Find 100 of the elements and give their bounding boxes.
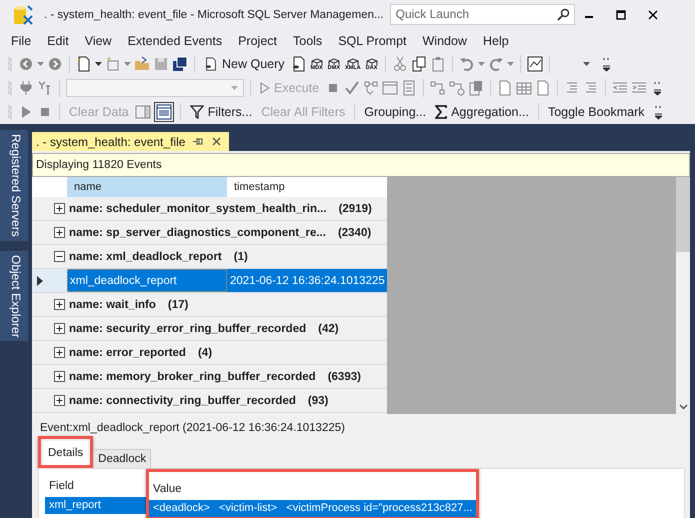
menu-item[interactable]: Edit	[39, 34, 77, 48]
document-tab-title: . - system_health: event_file	[36, 134, 186, 148]
menu-item[interactable]: Help	[474, 34, 517, 48]
quick-launch-field[interactable]: Quick Launch	[390, 4, 575, 24]
expand-icon[interactable]	[54, 395, 65, 406]
columns-icon[interactable]	[134, 104, 151, 120]
window-icon[interactable]	[382, 80, 398, 96]
toolbar-overflow-icon[interactable]	[654, 80, 662, 96]
group-count: (2919)	[338, 202, 372, 214]
diagram-icon[interactable]	[430, 80, 446, 96]
open-folder-icon[interactable]	[134, 56, 150, 72]
expand-icon[interactable]	[54, 323, 65, 334]
column-header[interactable]: name	[67, 177, 227, 197]
expand-icon[interactable]	[54, 347, 65, 358]
aggregation-button[interactable]: Aggregation...	[432, 105, 532, 119]
tab[interactable]: Details	[43, 441, 88, 465]
table-cell[interactable]: <deadlock> <victim-list> <victimProcess id="process213c827...	[149, 500, 476, 517]
details-pane-toggle[interactable]	[154, 102, 174, 122]
diagram-icon[interactable]	[449, 80, 466, 96]
menu-item[interactable]: SQL Prompt	[330, 34, 414, 48]
grouping-button[interactable]: Grouping...	[361, 105, 430, 119]
forward-icon[interactable]	[47, 56, 63, 72]
group-label: name: wait_info	[69, 298, 156, 310]
group-count: (6393)	[328, 370, 361, 382]
group-count: (42)	[318, 322, 339, 334]
side-tab[interactable]: Object Explorer	[0, 250, 28, 342]
menu-item[interactable]: Window	[414, 34, 475, 48]
expand-icon[interactable]	[54, 227, 65, 238]
save-all-icon[interactable]	[172, 56, 188, 72]
table-cell[interactable]: xml_report	[45, 497, 146, 514]
group-label: name: xml_deadlock_report	[69, 250, 222, 262]
scrollbar-thumb[interactable]	[676, 177, 690, 252]
toolbar-grip[interactable]	[8, 80, 12, 96]
database-query-icon[interactable]	[290, 56, 307, 72]
group-label: name: sp_server_diagnostics_component_re...	[69, 226, 326, 238]
toolbar-grip[interactable]	[8, 56, 12, 72]
document-icon[interactable]	[497, 80, 514, 96]
cube-icon	[346, 58, 359, 64]
window-title: . - system_health: event_file - Microsoft SQL Server Managemen...	[44, 9, 384, 21]
group-count: (93)	[308, 394, 328, 406]
plug-icon[interactable]	[18, 80, 34, 96]
close-icon[interactable]	[212, 137, 222, 146]
expand-icon[interactable]	[54, 371, 65, 382]
document-icon[interactable]	[535, 80, 552, 96]
toolbar-overflow-icon[interactable]	[602, 56, 610, 72]
group-row[interactable]: name: wait_info (17)	[32, 293, 387, 317]
event-row[interactable]: xml_deadlock_report 2021-06-12 16:36:24.1013225	[32, 269, 387, 293]
scrollbar[interactable]	[676, 177, 690, 414]
info-bar: Displaying 11820 Events	[32, 153, 690, 177]
redo-icon[interactable]	[488, 56, 504, 72]
toggle-bookmark-button[interactable]: Toggle Bookmark	[544, 105, 648, 119]
activity-monitor-icon[interactable]	[526, 56, 543, 72]
query-document-icon	[204, 56, 218, 72]
filters-button[interactable]: Filters...	[186, 105, 256, 119]
event-title: Event:xml_deadlock_report (2021-06-12 16:36:24.1013225)	[40, 421, 346, 436]
play-icon	[260, 82, 270, 94]
cube-icon	[310, 58, 323, 64]
app-logo-icon	[12, 4, 34, 26]
group-row[interactable]: name: memory_broker_ring_buffer_recorded (6393)	[32, 365, 387, 389]
column-header[interactable]: Value	[149, 478, 476, 500]
group-row[interactable]: name: security_error_ring_buffer_recorded (42)	[32, 317, 387, 341]
group-row[interactable]: name: sp_server_diagnostics_component_re... (2340)	[32, 221, 387, 245]
document-tab[interactable]: . - system_health: event_file	[32, 132, 230, 151]
pin-icon[interactable]	[193, 137, 204, 146]
cube-icon	[328, 58, 340, 64]
group-row[interactable]: name: error_reported (4)	[32, 341, 387, 365]
group-label: name: security_error_ring_buffer_recorded	[69, 322, 306, 334]
group-count: (2340)	[338, 226, 372, 238]
check-icon[interactable]	[344, 80, 360, 96]
menu-item[interactable]: Project	[230, 34, 285, 48]
group-row[interactable]: name: connectivity_ring_buffer_recorded (93)	[32, 389, 387, 413]
side-tab[interactable]: Registered Servers	[0, 130, 28, 241]
scroll-down-icon[interactable]	[678, 404, 688, 410]
close-icon[interactable]	[648, 10, 658, 20]
menu-item[interactable]: View	[76, 34, 120, 48]
copy-icon[interactable]	[410, 56, 427, 72]
back-icon[interactable]	[18, 56, 34, 72]
new-project-icon[interactable]	[76, 56, 92, 72]
expand-icon[interactable]	[54, 299, 65, 310]
collapse-icon[interactable]	[54, 251, 65, 262]
expand-icon[interactable]	[54, 203, 65, 214]
toolbar-grip[interactable]	[8, 104, 12, 120]
diagram-icon[interactable]	[363, 80, 380, 96]
group-row[interactable]: name: scheduler_monitor_system_health_rin... (2919)	[32, 197, 387, 221]
toolbar-overflow-icon[interactable]	[654, 104, 662, 120]
maximize-icon[interactable]	[616, 10, 626, 20]
group-label: name: scheduler_monitor_system_health_rin...	[69, 202, 327, 214]
group-count: (4)	[198, 346, 212, 358]
menu-item[interactable]: Extended Events	[120, 34, 230, 48]
undo-icon[interactable]	[458, 56, 475, 72]
tab[interactable]: Deadlock	[93, 449, 152, 468]
dropdown-caret-icon	[582, 62, 590, 66]
new-query-button[interactable]: New Query	[201, 56, 288, 72]
window-icon	[156, 104, 172, 120]
sigma-icon	[435, 105, 448, 119]
menu-item[interactable]: File	[3, 34, 40, 48]
group-label: name: error_reported	[69, 346, 186, 358]
menu-item[interactable]: Tools	[285, 34, 330, 48]
table-icon[interactable]	[516, 80, 532, 96]
column-header[interactable]: Field	[45, 475, 146, 497]
